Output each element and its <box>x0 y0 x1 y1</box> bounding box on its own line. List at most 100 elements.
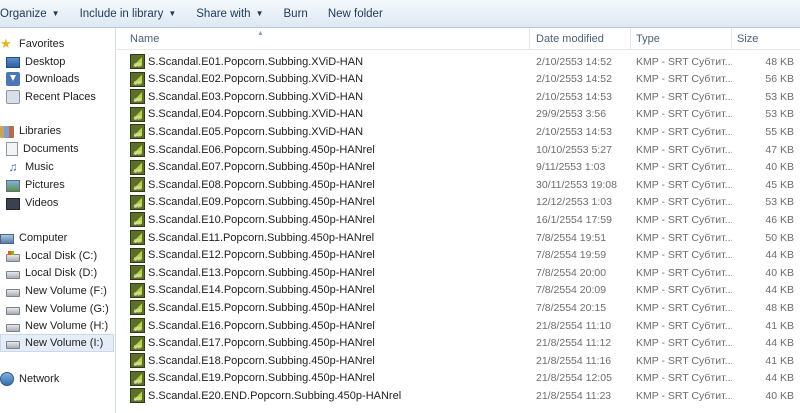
file-row[interactable]: S.Scandal.E12.Popcorn.Subbing.450p-HANre… <box>117 247 800 264</box>
subtitle-file-icon <box>130 54 145 69</box>
nav-libraries-label: Libraries <box>19 125 62 137</box>
file-size: 55 KB <box>765 125 794 138</box>
file-date: 21/8/2554 11:16 <box>536 354 612 367</box>
subtitle-file-icon <box>130 388 145 404</box>
burn-button[interactable]: Burn <box>274 3 318 25</box>
file-name-cell: S.Scandal.E13.Popcorn.Subbing.450p-HANre… <box>130 264 530 281</box>
file-date: 16/1/2554 17:59 <box>536 213 612 226</box>
nav-desktop[interactable]: Desktop <box>6 53 65 71</box>
file-row[interactable]: S.Scandal.E18.Popcorn.Subbing.450p-HANre… <box>117 352 800 369</box>
file-row[interactable]: S.Scandal.E07.Popcorn.Subbing.450p-HANre… <box>117 159 800 176</box>
column-size-label: Size <box>737 33 759 45</box>
file-date: 7/8/2554 20:09 <box>536 284 607 297</box>
organize-button[interactable]: Organize ▼ <box>0 3 70 25</box>
file-row[interactable]: S.Scandal.E05.Popcorn.Subbing.XViD-HAN 2/… <box>117 123 800 140</box>
nav-computer[interactable]: Computer <box>0 229 67 247</box>
file-name: S.Scandal.E16.Popcorn.Subbing.450p-HANre… <box>148 319 375 332</box>
file-row[interactable]: S.Scandal.E06.Popcorn.Subbing.450p-HANre… <box>117 141 800 158</box>
nav-favorites[interactable]: ★ Favorites <box>0 35 64 53</box>
nav-drive-h[interactable]: New Volume (H:) <box>6 317 108 335</box>
nav-drive-h-label: New Volume (H:) <box>25 320 109 332</box>
file-name: S.Scandal.E17.Popcorn.Subbing.450p-HANre… <box>148 337 375 350</box>
file-name-cell: S.Scandal.E19.Popcorn.Subbing.450p-HANre… <box>130 370 530 387</box>
nav-music-label: Music <box>25 161 54 173</box>
network-icon <box>0 372 14 386</box>
nav-downloads[interactable]: Downloads <box>6 70 79 88</box>
file-type: KMP - SRT Субтит... <box>636 266 732 279</box>
file-row[interactable]: S.Scandal.E14.Popcorn.Subbing.450p-HANre… <box>117 282 800 299</box>
file-row[interactable]: S.Scandal.E04.Popcorn.Subbing.XViD-HAN 29… <box>117 106 800 123</box>
nav-network-label: Network <box>19 373 60 385</box>
new-folder-button[interactable]: New folder <box>318 3 393 25</box>
nav-music[interactable]: ♫ Music <box>6 158 54 176</box>
recent-places-icon <box>6 90 20 104</box>
file-size: 44 KB <box>765 372 794 385</box>
nav-libraries[interactable]: Libraries <box>0 122 61 140</box>
nav-desktop-label: Desktop <box>25 56 66 68</box>
nav-drive-d[interactable]: Local Disk (D:) <box>6 264 97 282</box>
nav-pictures[interactable]: Pictures <box>6 176 65 194</box>
file-size: 48 KB <box>765 301 794 314</box>
file-row[interactable]: S.Scandal.E13.Popcorn.Subbing.450p-HANre… <box>117 264 800 281</box>
file-name: S.Scandal.E03.Popcorn.Subbing.XViD-HAN <box>148 90 364 103</box>
nav-drive-i[interactable]: New Volume (I:) <box>0 334 114 352</box>
file-row[interactable]: S.Scandal.E11.Popcorn.Subbing.450p-HANre… <box>117 229 800 246</box>
file-date: 21/8/2554 11:23 <box>536 389 612 402</box>
file-name: S.Scandal.E12.Popcorn.Subbing.450p-HANre… <box>148 249 375 262</box>
file-date: 7/8/2554 19:59 <box>536 249 607 262</box>
file-row[interactable]: S.Scandal.E02.Popcorn.Subbing.XViD-HAN 2/… <box>117 71 800 88</box>
file-type: KMP - SRT Субтит... <box>636 125 732 138</box>
share-with-label: Share with <box>196 7 251 20</box>
file-date: 10/10/2553 5:27 <box>536 143 612 156</box>
file-row[interactable]: S.Scandal.E08.Popcorn.Subbing.450p-HANre… <box>117 176 800 193</box>
column-size[interactable]: Size <box>732 28 800 50</box>
file-name-cell: S.Scandal.E12.Popcorn.Subbing.450p-HANre… <box>130 247 530 264</box>
file-name: S.Scandal.E15.Popcorn.Subbing.450p-HANre… <box>148 301 375 314</box>
file-name-cell: S.Scandal.E18.Popcorn.Subbing.450p-HANre… <box>130 352 530 369</box>
file-size: 40 KB <box>765 389 794 402</box>
videos-icon <box>6 197 20 210</box>
command-bar: Organize ▼ Include in library ▼ Share wi… <box>0 0 800 28</box>
file-date: 9/11/2553 1:03 <box>536 161 606 174</box>
file-row[interactable]: S.Scandal.E09.Popcorn.Subbing.450p-HANre… <box>117 194 800 211</box>
file-date: 7/8/2554 20:00 <box>536 266 607 279</box>
nav-videos[interactable]: Videos <box>6 194 58 212</box>
file-row[interactable]: S.Scandal.E16.Popcorn.Subbing.450p-HANre… <box>117 317 800 334</box>
file-row[interactable]: S.Scandal.E20.END.Popcorn.Subbing.450p-H… <box>117 387 800 404</box>
file-name: S.Scandal.E01.Popcorn.Subbing.XViD-HAN <box>148 55 364 68</box>
file-name-cell: S.Scandal.E05.Popcorn.Subbing.XViD-HAN <box>130 123 530 140</box>
column-date-modified[interactable]: Date modified <box>530 28 631 50</box>
nav-network[interactable]: Network <box>0 370 59 388</box>
share-with-button[interactable]: Share with ▼ <box>186 3 273 25</box>
file-row[interactable]: S.Scandal.E19.Popcorn.Subbing.450p-HANre… <box>117 370 800 387</box>
file-row[interactable]: S.Scandal.E17.Popcorn.Subbing.450p-HANre… <box>117 335 800 352</box>
file-row[interactable]: S.Scandal.E01.Popcorn.Subbing.XViD-HAN 2/… <box>117 53 800 70</box>
nav-documents[interactable]: Documents <box>6 140 79 158</box>
star-icon: ★ <box>0 36 12 51</box>
file-date: 2/10/2553 14:53 <box>536 90 612 103</box>
file-row[interactable]: S.Scandal.E10.Popcorn.Subbing.450p-HANre… <box>117 211 800 228</box>
column-type[interactable]: Type <box>631 28 732 50</box>
nav-drive-g[interactable]: New Volume (G:) <box>6 300 109 318</box>
subtitle-file-icon <box>130 89 145 105</box>
nav-documents-label: Documents <box>23 143 79 155</box>
nav-drive-c[interactable]: Local Disk (C:) <box>6 247 97 265</box>
file-date: 29/9/2553 3:56 <box>536 108 607 121</box>
file-name-cell: S.Scandal.E07.Popcorn.Subbing.450p-HANre… <box>130 159 530 176</box>
subtitle-file-icon <box>130 370 145 386</box>
nav-recent-places[interactable]: Recent Places <box>6 88 96 106</box>
file-row[interactable]: S.Scandal.E15.Popcorn.Subbing.450p-HANre… <box>117 299 800 316</box>
file-row[interactable]: S.Scandal.E03.Popcorn.Subbing.XViD-HAN 2/… <box>117 88 800 105</box>
file-type: KMP - SRT Субтит... <box>636 249 732 262</box>
column-name[interactable]: Name <box>117 28 530 50</box>
nav-videos-label: Videos <box>25 197 59 209</box>
burn-label: Burn <box>283 7 308 20</box>
include-in-library-label: Include in library <box>79 7 164 20</box>
include-in-library-button[interactable]: Include in library ▼ <box>70 3 187 25</box>
file-name-cell: S.Scandal.E08.Popcorn.Subbing.450p-HANre… <box>130 176 530 193</box>
file-size: 47 KB <box>765 143 794 156</box>
nav-drive-f[interactable]: New Volume (F:) <box>6 282 107 300</box>
pictures-icon <box>6 179 20 192</box>
file-name: S.Scandal.E11.Popcorn.Subbing.450p-HANre… <box>148 231 375 244</box>
file-name-cell: S.Scandal.E06.Popcorn.Subbing.450p-HANre… <box>130 141 530 158</box>
